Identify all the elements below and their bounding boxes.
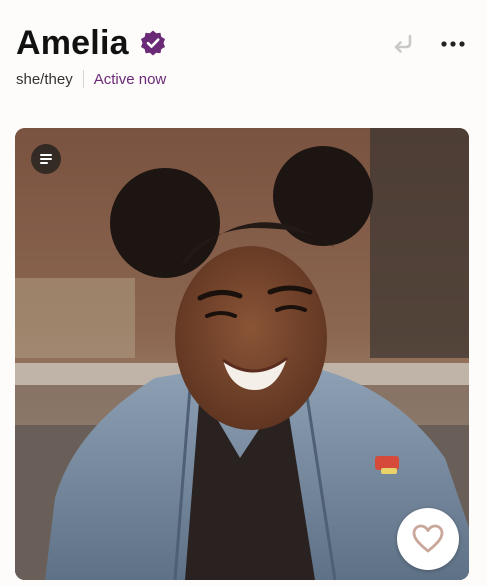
prompt-button[interactable]: [31, 144, 61, 174]
like-button[interactable]: [397, 508, 459, 570]
profile-meta: she/they Active now: [16, 70, 471, 88]
profile-photo: [15, 128, 469, 580]
profile-screen: Amelia she/they Active now: [0, 0, 487, 586]
meta-divider: [82, 70, 84, 88]
profile-name: Amelia: [16, 23, 129, 62]
active-status: Active now: [93, 70, 167, 88]
verified-badge-icon: [140, 30, 165, 56]
undo-arrow-icon[interactable]: [389, 30, 417, 58]
text-lines-icon: [40, 154, 52, 164]
more-dots-icon[interactable]: [439, 30, 467, 58]
pronouns-label: she/they: [16, 70, 73, 88]
profile-photo-card[interactable]: [15, 128, 469, 580]
header-actions: [389, 30, 467, 58]
heart-icon: [412, 524, 444, 553]
profile-header: Amelia she/they Active now: [16, 22, 471, 92]
